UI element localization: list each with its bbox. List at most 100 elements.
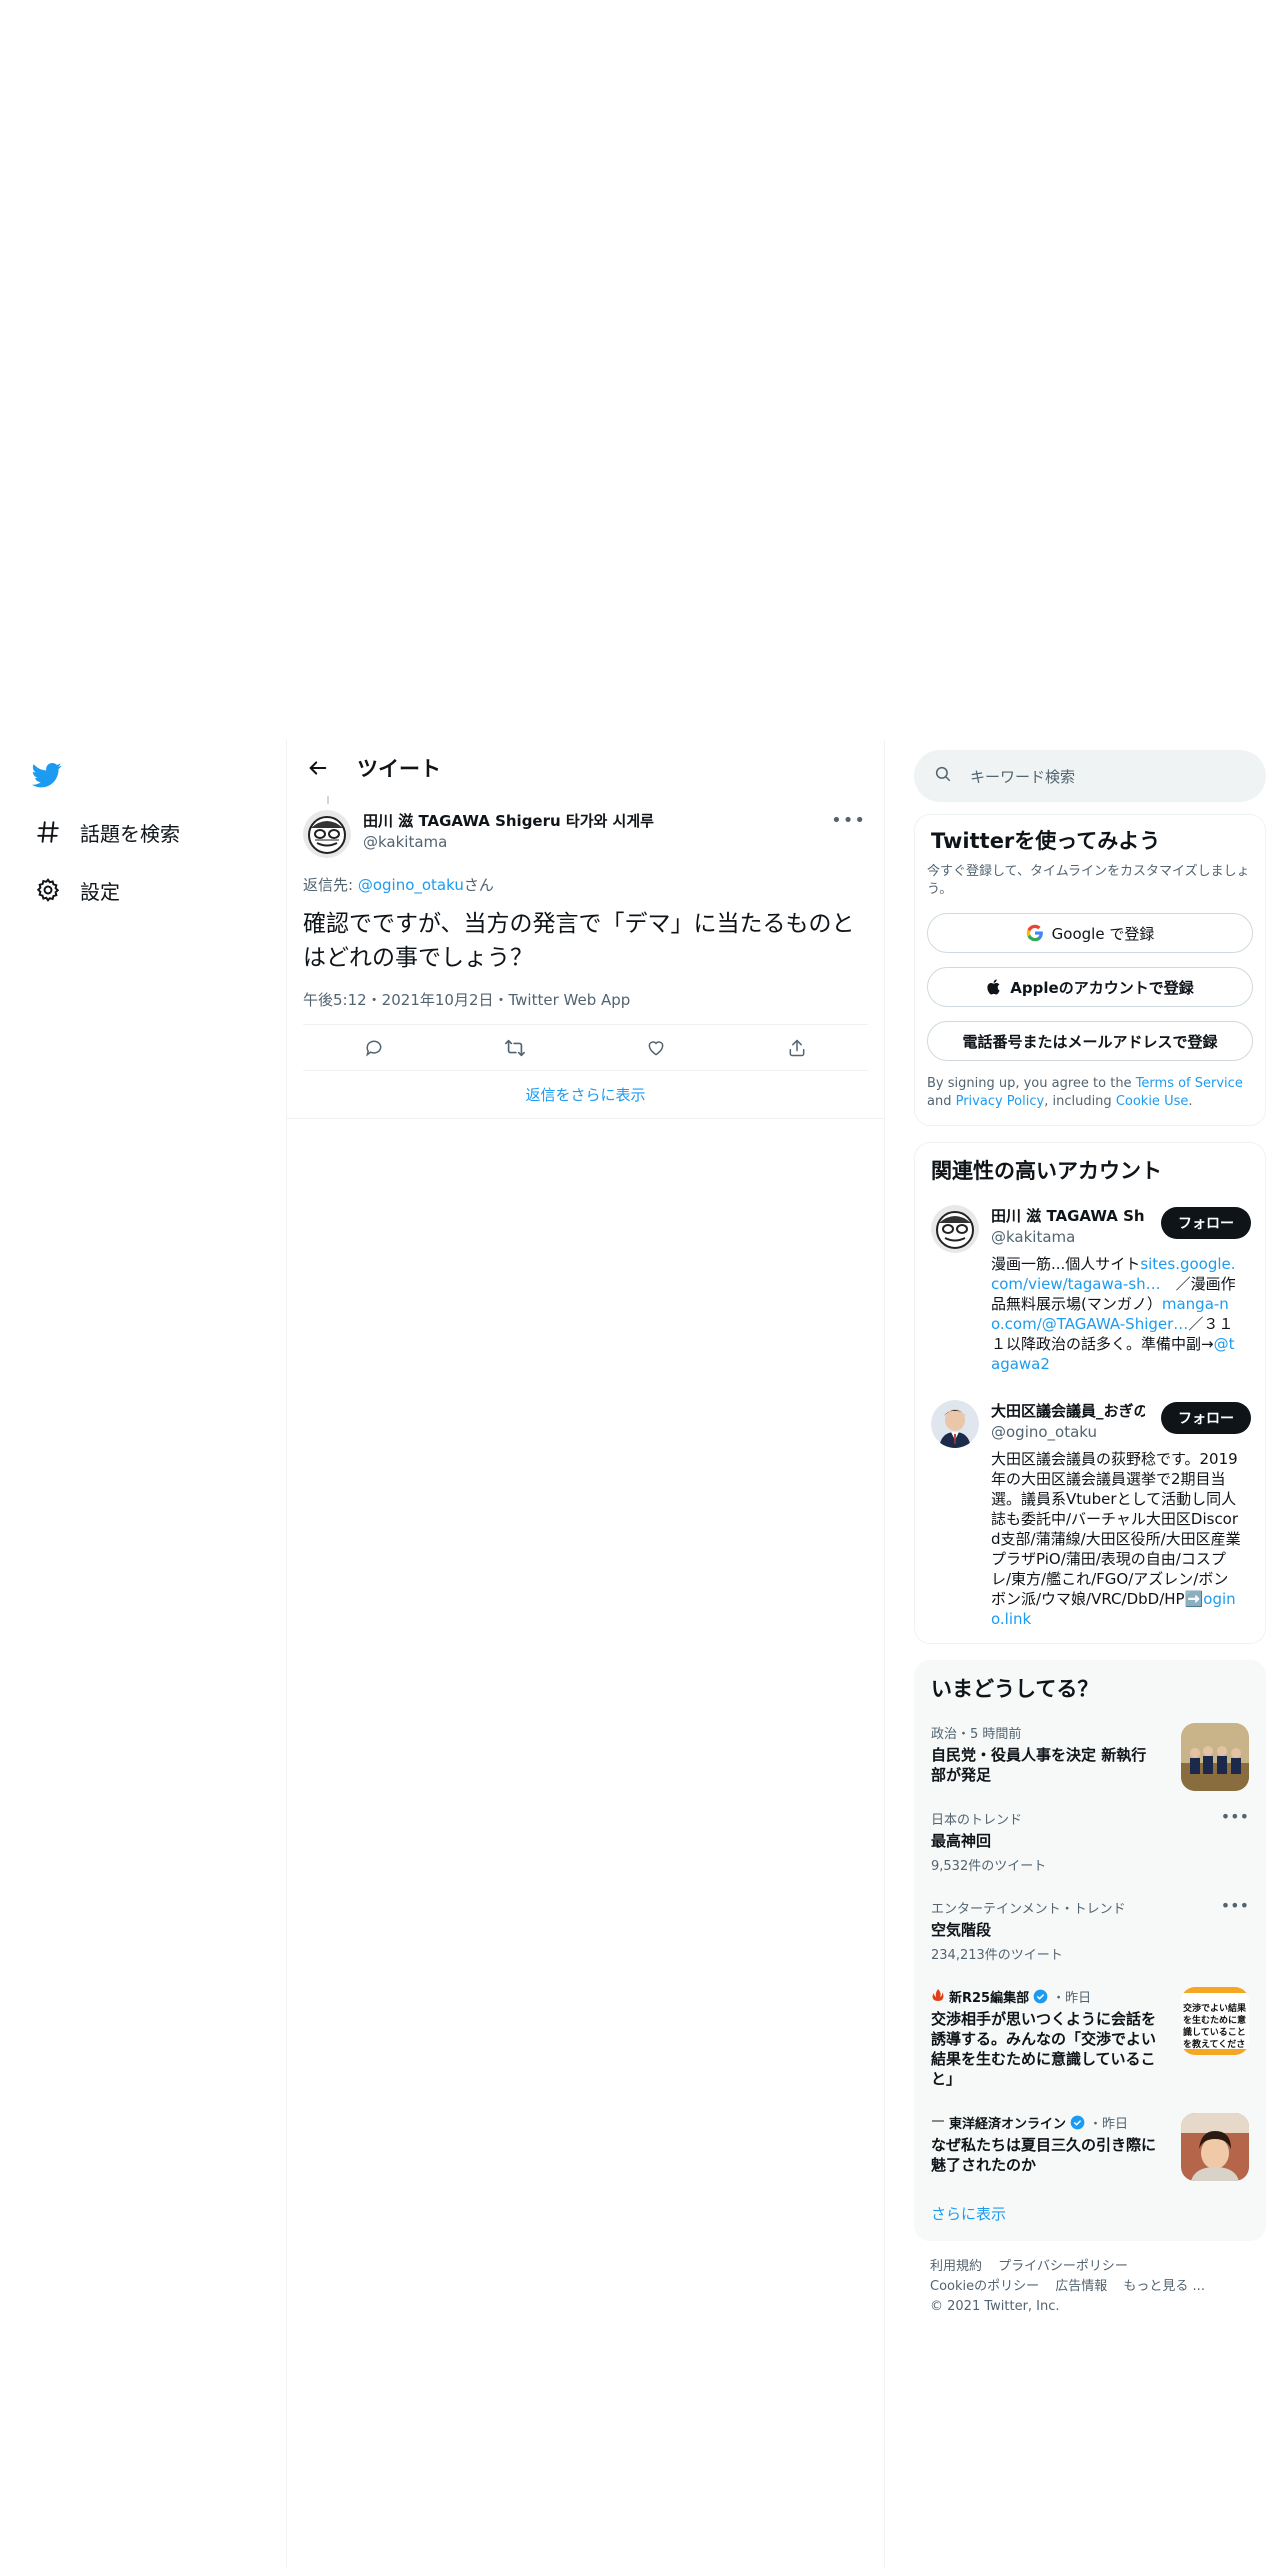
follow-button[interactable]: フォロー xyxy=(1161,1207,1251,1239)
google-icon xyxy=(1026,924,1044,942)
source-time: ・昨日 xyxy=(1052,1991,1092,2006)
signup-card: Twitterを使ってみよう 今すぐ登録して、タイムラインをカスタマイズしましょ… xyxy=(914,814,1266,1126)
apple-signup-button[interactable]: Appleのアカウントで登録 xyxy=(927,967,1253,1007)
more-options-icon[interactable]: ••• xyxy=(831,810,866,831)
trend-item[interactable]: 日本のトレンド 最高神回 9,532件のツイート ••• xyxy=(915,1797,1265,1886)
more-options-icon[interactable]: ••• xyxy=(1221,1807,1249,1826)
retweet-icon[interactable] xyxy=(498,1031,532,1065)
avatar[interactable] xyxy=(931,1205,979,1253)
tweet-text: 確認でですが、当方の発言で「デマ」に当たるものとはどれの事でしょう？ xyxy=(303,911,855,971)
trend-thumbnail xyxy=(1181,2113,1249,2181)
account-bio: 漫画一筋...個人サイトsites.google.com/view/tagawa… xyxy=(991,1254,1241,1374)
like-heart-icon[interactable] xyxy=(639,1031,673,1065)
nav-explore[interactable]: 話題を検索 xyxy=(30,814,180,850)
verified-badge-icon xyxy=(1070,2115,1085,2130)
tweet-author[interactable]: 田川 滋 TAGAWA Shigeru 타가와 시게루 @kakitama xyxy=(303,796,868,858)
avatar[interactable] xyxy=(303,810,351,858)
trends-title: いまどうしてる？ xyxy=(931,1677,1099,1701)
trend-count: 9,532件のツイート xyxy=(931,1859,1047,1874)
back-arrow-icon[interactable] xyxy=(301,751,335,785)
thread-connector xyxy=(327,796,329,804)
author-display-name[interactable]: 田川 滋 TAGAWA Shigeru 타가와 시게루 xyxy=(363,810,654,831)
account-name[interactable]: 大田区議会議員_おぎの稔 xyxy=(991,1400,1145,1421)
copyright: © 2021 Twitter, Inc. xyxy=(930,2299,1060,2314)
google-signup-button[interactable]: Google で登録 xyxy=(927,913,1253,953)
verified-badge-icon xyxy=(1033,1989,1048,2004)
trend-thumbnail: 交渉でよい結果を生むために意識していることを教えてください xyxy=(1181,1987,1249,2055)
nav-explore-label: 話題を検索 xyxy=(80,821,180,846)
terms-text: By signing up, you agree to the xyxy=(927,1076,1136,1091)
trend-item[interactable]: 東洋経済オンライン ・昨日 なぜ私たちは夏目三久の引き際に魅了されたのか xyxy=(915,2101,1265,2187)
share-icon[interactable] xyxy=(780,1031,814,1065)
signup-description: 今すぐ登録して、タイムラインをカスタマイズしましょう。 xyxy=(927,864,1250,897)
related-accounts-card: 関連性の高いアカウント 田川 滋 TAGAWA Shigeru 타가와 시게루 … xyxy=(914,1142,1266,1644)
trend-meta: 日本のトレンド xyxy=(931,1813,1023,1828)
search-input[interactable]: キーワード検索 xyxy=(970,766,1075,787)
signup-title: Twitterを使ってみよう xyxy=(931,829,1161,853)
show-more-replies-link[interactable]: 返信をさらに表示 xyxy=(287,1071,884,1119)
reply-handle-link[interactable]: @ogino_otaku xyxy=(358,876,464,894)
author-handle[interactable]: @kakitama xyxy=(363,833,654,851)
terms-text: . xyxy=(1188,1094,1193,1109)
account-item[interactable]: 大田区議会議員_おぎの稔 @ogino_otaku 大田区議会議員の荻野稔です。… xyxy=(915,1388,1265,1643)
terms-text: , including xyxy=(1044,1094,1116,1109)
tweet-timestamp[interactable]: 午後5:12・2021年10月2日・Twitter Web App xyxy=(303,989,868,1025)
reply-context: 返信先: @ogino_otakuさん xyxy=(303,874,868,895)
account-name[interactable]: 田川 滋 TAGAWA Shigeru 타가와 시게루 xyxy=(991,1205,1145,1226)
account-item[interactable]: 田川 滋 TAGAWA Shigeru 타가와 시게루 @kakitama 漫画… xyxy=(915,1193,1265,1388)
search-box[interactable]: キーワード検索 xyxy=(914,750,1266,802)
trend-title: 空気階段 xyxy=(931,1921,992,1939)
trend-title: 最高神回 xyxy=(931,1832,992,1850)
footer-more-link[interactable]: もっと見る ... xyxy=(1123,2279,1205,2294)
footer-privacy-link[interactable]: プライバシーポリシー xyxy=(998,2259,1128,2274)
thumbnail-text: 交渉でよい結果を生むために意識していることを教えてください xyxy=(1181,1987,1249,2055)
reply-icon[interactable] xyxy=(357,1031,391,1065)
source-name: 東洋経済オンライン xyxy=(949,2117,1067,2132)
page-title: ツイート xyxy=(357,757,441,781)
nav-settings-label: 設定 xyxy=(80,879,120,904)
trend-thumbnail xyxy=(1181,1723,1249,1791)
trend-meta: エンターテインメント・トレンド xyxy=(931,1902,1126,1917)
account-bio: 大田区議会議員の荻野稔です。2019年の大田区議会議員選挙で2期目当選。議員系V… xyxy=(991,1449,1241,1629)
tweet-actions xyxy=(303,1025,868,1071)
gear-icon xyxy=(30,872,66,908)
trend-item[interactable]: 新R25編集部 ・昨日 交渉相手が思いつくように会話を誘導する。みんなの「交渉で… xyxy=(915,1975,1265,2101)
footer-terms-link[interactable]: 利用規約 xyxy=(930,2259,982,2274)
cookie-use-link[interactable]: Cookie Use xyxy=(1116,1094,1189,1109)
bio-text: 大田区議会議員の荻野稔です。2019年の大田区議会議員選挙で2期目当選。議員系V… xyxy=(991,1450,1241,1608)
hashtag-icon xyxy=(30,814,66,850)
footer: 利用規約 プライバシーポリシー Cookieのポリシー 広告情報 もっと見る .… xyxy=(914,2241,1266,2333)
trend-item[interactable]: 政治・5 時間前 自民党・役員人事を決定 新執行部が発足 xyxy=(915,1711,1265,1797)
footer-ads-link[interactable]: 広告情報 xyxy=(1055,2279,1107,2294)
terms-of-service-link[interactable]: Terms of Service xyxy=(1136,1076,1243,1091)
bio-text: 漫画一筋...個人サイト xyxy=(991,1255,1141,1273)
show-more-trends-link[interactable]: さらに表示 xyxy=(915,2187,1265,2240)
search-icon xyxy=(934,765,952,787)
footer-cookie-link[interactable]: Cookieのポリシー xyxy=(930,2279,1039,2294)
phone-email-signup-button[interactable]: 電話番号またはメールアドレスで登録 xyxy=(927,1021,1253,1061)
signup-terms: By signing up, you agree to the Terms of… xyxy=(915,1061,1265,1125)
source-logo-icon xyxy=(931,2114,945,2132)
follow-button[interactable]: フォロー xyxy=(1161,1402,1251,1434)
phone-email-signup-label: 電話番号またはメールアドレスで登録 xyxy=(962,1032,1218,1051)
related-accounts-title: 関連性の高いアカウント xyxy=(931,1159,1162,1183)
google-signup-label: Google で登録 xyxy=(1051,924,1155,943)
nav-settings[interactable]: 設定 xyxy=(30,872,120,908)
arrow-right-emoji-icon: ➡️ xyxy=(1184,1590,1204,1608)
reply-suffix: さん xyxy=(463,876,494,894)
source-logo-icon xyxy=(931,1988,945,2006)
avatar[interactable] xyxy=(931,1400,979,1448)
source-name: 新R25編集部 xyxy=(949,1991,1030,2006)
apple-signup-label: Appleのアカウントで登録 xyxy=(1010,978,1194,997)
apple-icon xyxy=(986,978,1002,996)
main-column: ツイート 田川 滋 TAGAWA Shigeru 타가와 시게루 @kakita… xyxy=(286,740,885,2568)
more-options-icon[interactable]: ••• xyxy=(1221,1896,1249,1915)
terms-text: and xyxy=(927,1094,956,1109)
right-sidebar: キーワード検索 Twitterを使ってみよう 今すぐ登録して、タイムラインをカス… xyxy=(914,740,1266,2333)
focused-tweet: 田川 滋 TAGAWA Shigeru 타가와 시게루 @kakitama ••… xyxy=(287,796,884,1071)
twitter-logo-icon[interactable] xyxy=(30,760,64,790)
trend-item[interactable]: エンターテインメント・トレンド 空気階段 234,213件のツイート ••• xyxy=(915,1886,1265,1975)
page-header: ツイート xyxy=(287,740,884,796)
privacy-policy-link[interactable]: Privacy Policy xyxy=(956,1094,1045,1109)
source-time: ・昨日 xyxy=(1089,2117,1129,2132)
